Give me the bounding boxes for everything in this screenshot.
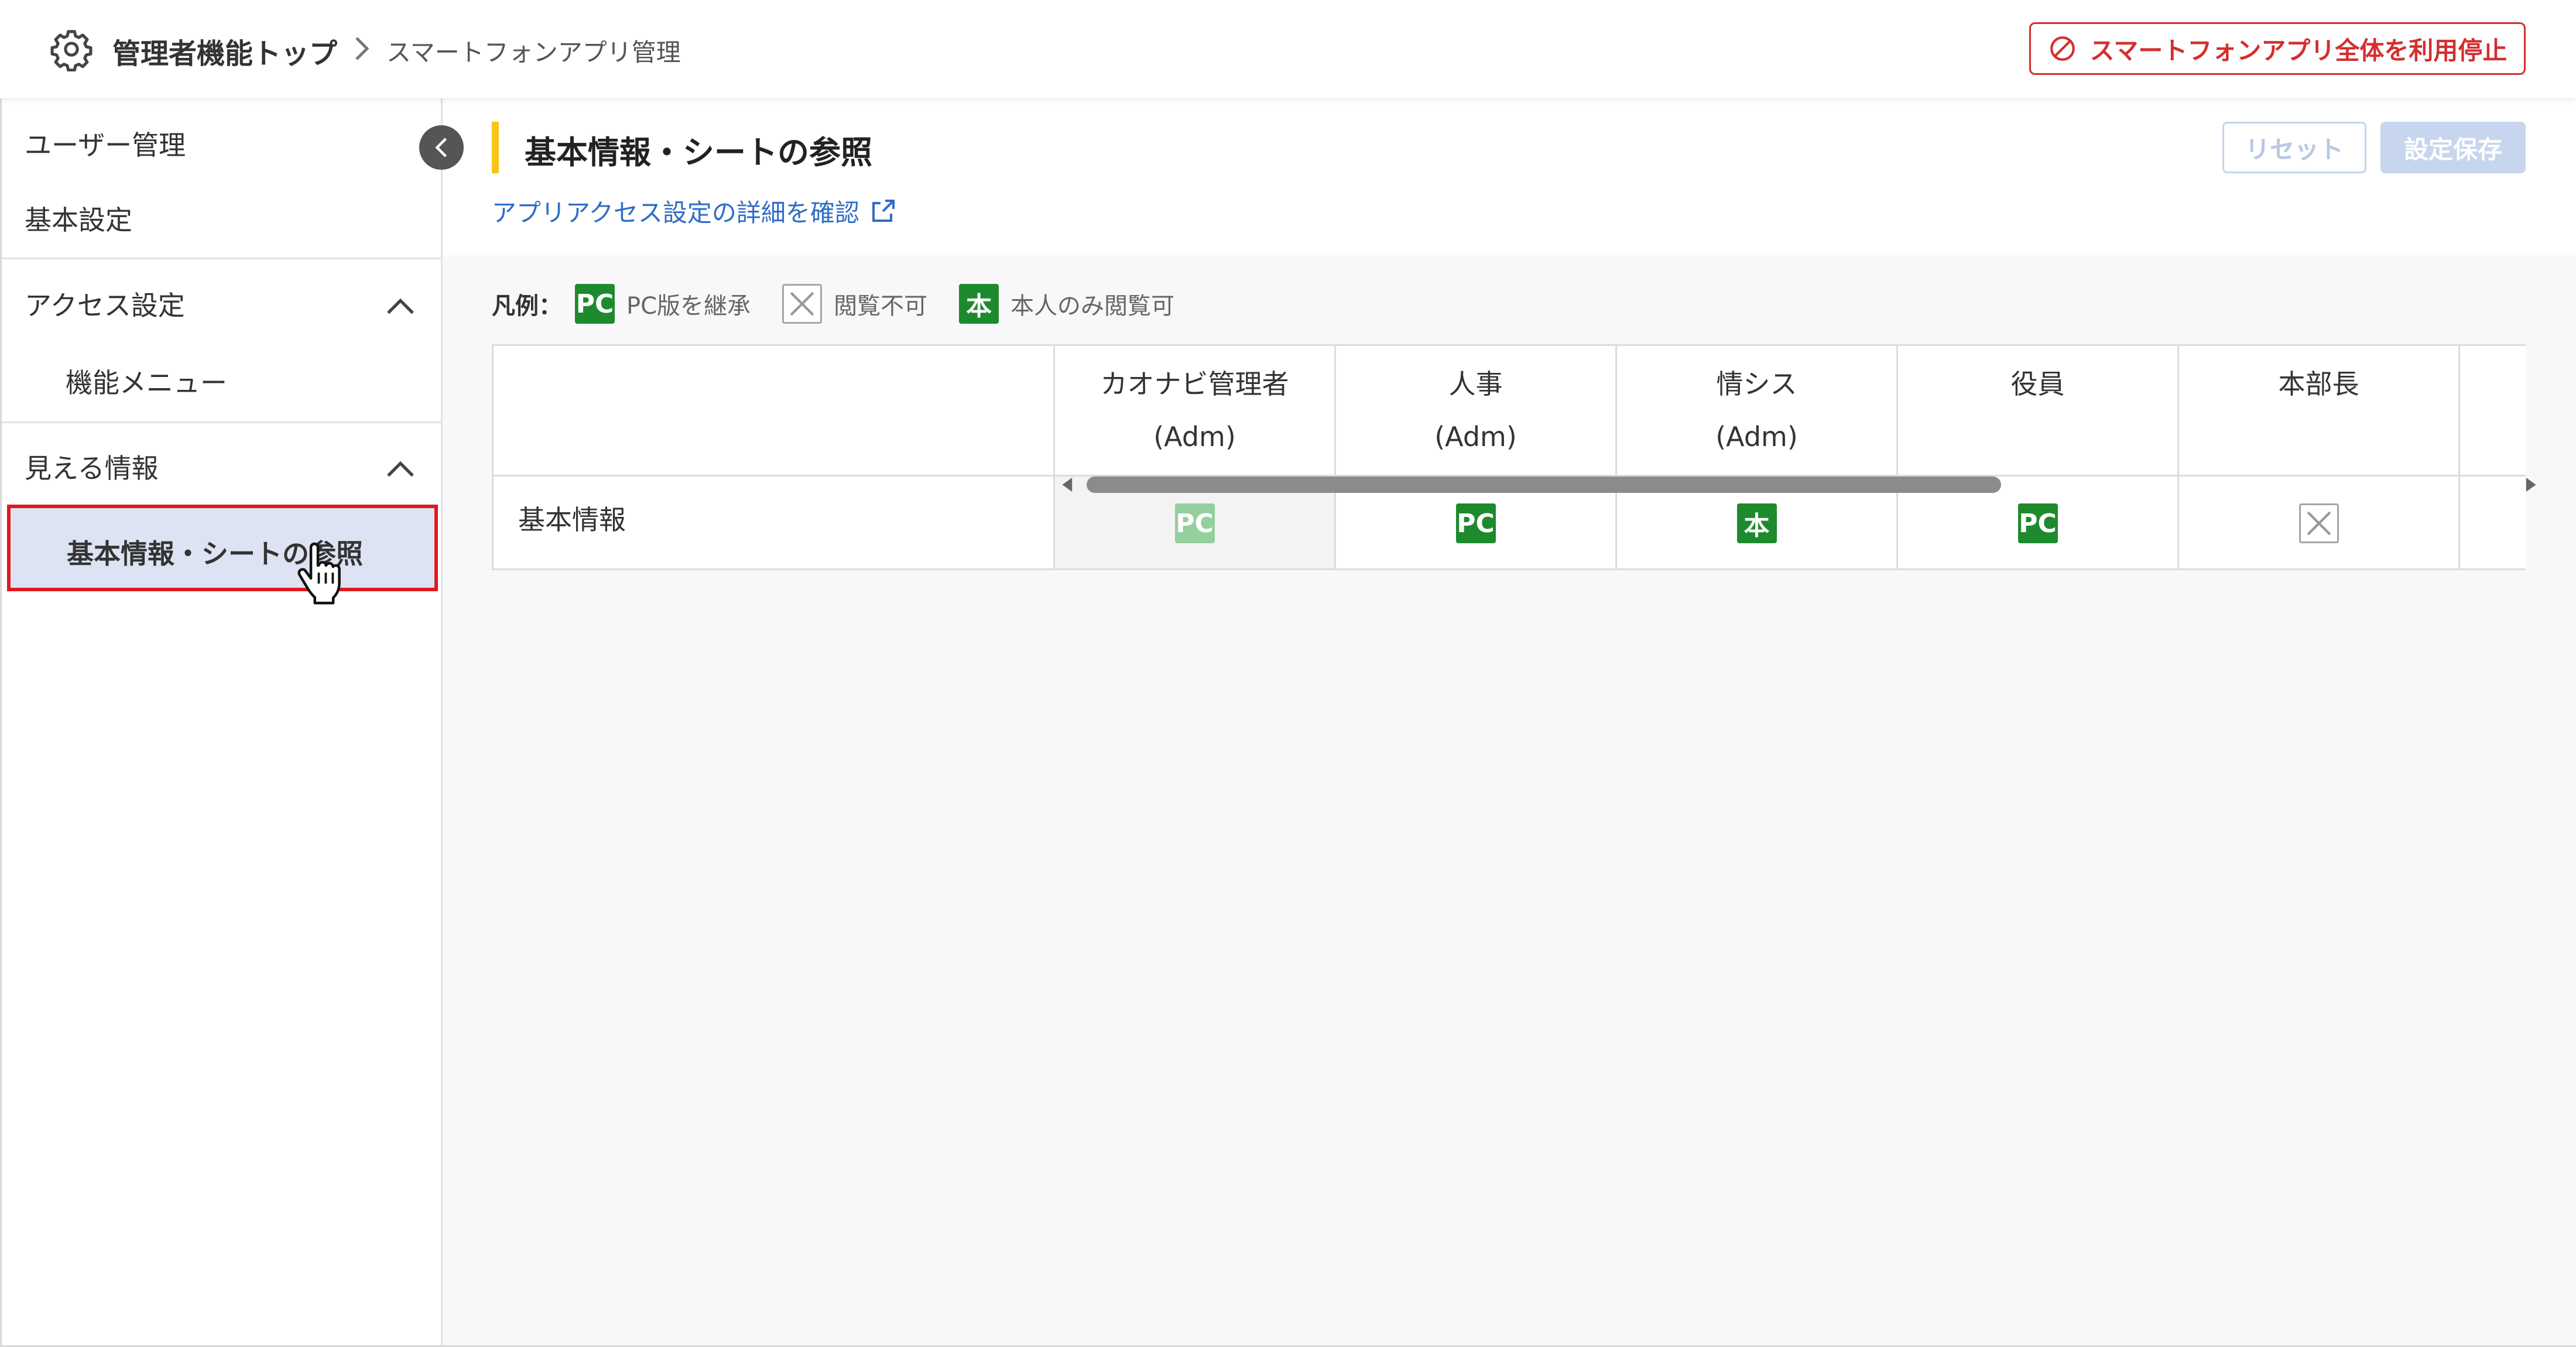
sidebar: ユーザー管理 基本設定 アクセス設定 機能メニュー 見える情報 基本情報・シート… — [0, 98, 443, 1347]
external-link-icon — [872, 199, 895, 222]
stop-all-apps-button[interactable]: スマートフォンアプリ全体を利用停止 — [2029, 22, 2526, 75]
column-header: 本部長 — [2179, 346, 2460, 477]
scroll-right-arrow-icon[interactable] — [2523, 478, 2537, 492]
access-settings-detail-link[interactable]: アプリアクセス設定の詳細を確認 — [492, 193, 897, 229]
stop-all-apps-label: スマートフォンアプリ全体を利用停止 — [2089, 36, 2508, 65]
pc-badge: PC — [2017, 503, 2058, 543]
no-access-x-icon — [2298, 503, 2339, 543]
legend-label-self-only: 本人のみ閲覧可 — [1010, 293, 1175, 320]
scroll-left-arrow-icon[interactable] — [1061, 478, 1075, 492]
permission-table: カオナビ管理者 (Adm) 人事 (Adm) 情シス (Adm) 役員 本部長 … — [492, 344, 2526, 570]
no-access-x-icon — [782, 284, 823, 324]
prohibited-icon — [2050, 36, 2075, 61]
self-only-badge: 本 — [959, 284, 999, 324]
chevron-up-icon[interactable] — [384, 459, 417, 480]
breadcrumb-current: スマートフォンアプリ管理 — [386, 38, 681, 67]
column-header-name: 本部長 — [2278, 368, 2359, 400]
title-panel: 基本情報・シートの参照 アプリアクセス設定の詳細を確認 リセット 設定保存 — [443, 98, 2576, 255]
chevron-left-icon — [435, 138, 447, 157]
pc-badge: PC — [575, 284, 615, 324]
detail-link-label: アプリアクセス設定の詳細を確認 — [492, 198, 859, 227]
column-header-name: カオナビ管理者 — [1100, 368, 1289, 400]
column-header-overflow — [2460, 346, 2526, 477]
sidebar-section-visible-info[interactable]: 見える情報 — [25, 447, 159, 486]
main-content: 基本情報・シートの参照 アプリアクセス設定の詳細を確認 リセット 設定保存 凡例… — [443, 98, 2576, 1347]
save-settings-button[interactable]: 設定保存 — [2380, 122, 2526, 173]
column-header-role: (Adm) — [1153, 421, 1236, 453]
column-header: 役員 — [1898, 346, 2179, 477]
self-only-badge: 本 — [1736, 503, 1777, 543]
column-header-name: 情シス — [1716, 368, 1797, 400]
legend-label-pc: PC版を継承 — [626, 293, 751, 320]
legend: 凡例： PC PC版を継承 閲覧不可 本 本人のみ閲覧可 — [492, 283, 1206, 324]
reset-button[interactable]: リセット — [2222, 122, 2366, 173]
sidebar-divider — [0, 421, 441, 423]
sidebar-item-basic-info-sheet[interactable]: 基本情報・シートの参照 — [7, 505, 438, 591]
column-header-name: 役員 — [2010, 368, 2065, 400]
legend-title: 凡例： — [492, 293, 562, 320]
table-horizontal-scrollbar[interactable] — [1061, 473, 2542, 495]
chevron-right-icon — [355, 37, 369, 60]
gear-icon[interactable] — [49, 27, 94, 71]
sidebar-collapse-button[interactable] — [419, 125, 464, 170]
sidebar-section-access-settings[interactable]: アクセス設定 — [25, 285, 185, 323]
breadcrumb-admin-top[interactable]: 管理者機能トップ — [112, 30, 337, 71]
pc-badge: PC — [1174, 503, 1215, 543]
column-header: 人事 (Adm) — [1336, 346, 1617, 477]
app-window: 管理者機能トップ スマートフォンアプリ管理 スマートフォンアプリ全体を利用停止 … — [0, 0, 2576, 1347]
column-header: 情シス (Adm) — [1617, 346, 1898, 477]
sidebar-item-basic-settings[interactable]: 基本設定 — [25, 199, 132, 238]
column-header-name: 人事 — [1448, 368, 1503, 400]
column-header-role: (Adm) — [1715, 421, 1798, 453]
column-header: カオナビ管理者 (Adm) — [1055, 346, 1336, 477]
header-bar: 管理者機能トップ スマートフォンアプリ管理 スマートフォンアプリ全体を利用停止 — [0, 0, 2576, 98]
sidebar-item-user-management[interactable]: ユーザー管理 — [25, 124, 186, 163]
title-accent-bar — [492, 122, 499, 173]
pc-badge: PC — [1455, 503, 1496, 543]
legend-label-no-access: 閲覧不可 — [834, 293, 928, 320]
table-header-corner — [494, 346, 1055, 477]
column-header-role: (Adm) — [1434, 421, 1517, 453]
sidebar-item-function-menu[interactable]: 機能メニュー — [66, 362, 227, 400]
table-row-label-cell: 基本情報 — [494, 477, 1055, 568]
chevron-up-icon[interactable] — [384, 296, 417, 317]
hand-cursor-icon — [297, 542, 341, 605]
page-title: 基本情報・シートの参照 — [525, 134, 872, 171]
row-label: 基本情報 — [518, 504, 626, 536]
sidebar-divider — [0, 258, 441, 259]
scrollbar-thumb[interactable] — [1087, 477, 2001, 493]
